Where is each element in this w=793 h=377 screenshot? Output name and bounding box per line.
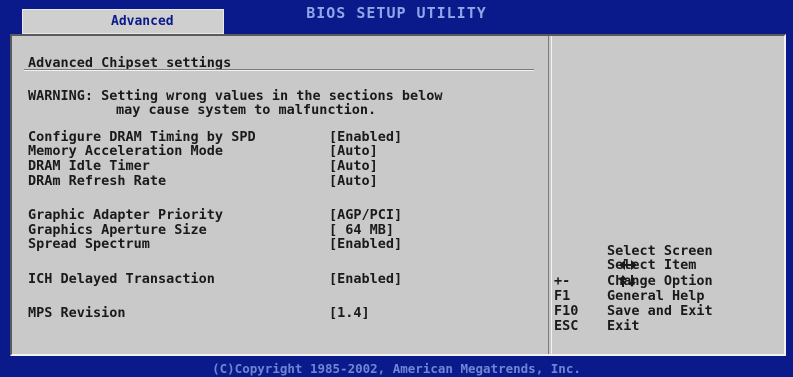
help-pane: Select Screen Select Item +- Change Opti… (554, 36, 784, 354)
setting-value[interactable]: [1.4] (329, 306, 370, 321)
help-desc: Exit (607, 318, 640, 334)
help-key: F1 (554, 288, 571, 304)
help-desc: Save and Exit (607, 303, 713, 319)
help-desc: Select Item (607, 257, 697, 273)
setting-label: ICH Delayed Transaction (28, 271, 215, 287)
copyright-text: (C)Copyright 1985-2002, American Megatre… (212, 361, 581, 376)
setting-value[interactable]: [Enabled] (329, 237, 402, 252)
setting-value[interactable]: [AGP/PCI] (329, 208, 402, 223)
title-bar: BIOS SETUP UTILITY Advanced (0, 0, 793, 34)
settings-pane: Advanced Chipset settings WARNING: Setti… (12, 36, 545, 354)
pane-divider (548, 36, 552, 354)
footer-bar: (C)Copyright 1985-2002, American Megatre… (0, 360, 793, 377)
tab-advanced[interactable]: Advanced (22, 9, 224, 34)
setting-value[interactable]: [Auto] (329, 159, 378, 174)
tab-advanced-label: Advanced (111, 14, 174, 29)
help-key: ESC (554, 318, 579, 334)
setting-label: Memory Acceleration Mode (28, 143, 224, 159)
warning-line-2: may cause system to malfunction. (116, 102, 377, 118)
setting-label: DRAM Idle Timer (28, 158, 150, 174)
main-panel: Advanced Chipset settings WARNING: Setti… (10, 34, 786, 356)
setting-label: DRAm Refresh Rate (28, 173, 167, 189)
setting-label: MPS Revision (28, 305, 126, 321)
setting-label: Graphic Adapter Priority (28, 207, 224, 223)
setting-value[interactable]: [Auto] (329, 144, 378, 159)
help-desc: General Help (607, 288, 705, 304)
section-divider (24, 69, 534, 71)
setting-value[interactable]: [Auto] (329, 174, 378, 189)
setting-label: Spread Spectrum (28, 236, 150, 252)
help-desc: Change Option (607, 273, 713, 289)
setting-value[interactable]: [Enabled] (329, 272, 402, 287)
help-key: F10 (554, 303, 579, 319)
help-key: +- (554, 273, 571, 289)
